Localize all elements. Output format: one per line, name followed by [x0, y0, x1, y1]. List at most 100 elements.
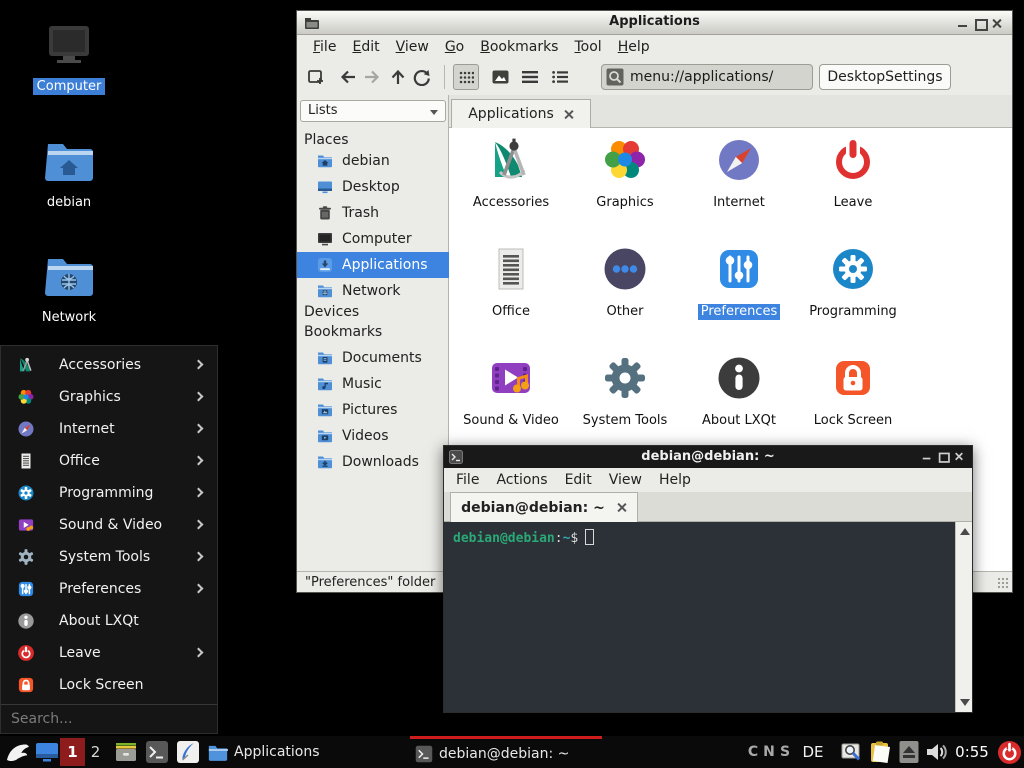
desktop-icon-computer[interactable]: Computer [21, 22, 117, 95]
app-item-leave[interactable]: Leave [796, 133, 910, 240]
menu-file[interactable]: File [456, 472, 479, 488]
sidebar-item-applications[interactable]: Applications [297, 252, 449, 278]
thumbnail-view-button[interactable] [487, 64, 513, 90]
tray-removable-media-icon[interactable] [898, 736, 920, 768]
terminal-titlebar[interactable]: debian@debian: ~ [444, 446, 972, 468]
capslock-indicator[interactable]: C [746, 736, 760, 768]
minimize-button[interactable] [956, 16, 970, 30]
menu-actions[interactable]: Actions [496, 472, 547, 488]
sidebar-item-downloads[interactable]: Downloads [297, 449, 449, 475]
menu-help[interactable]: Help [659, 472, 691, 488]
menu-edit[interactable]: Edit [344, 37, 387, 57]
menu-item-office[interactable]: Office [1, 445, 217, 477]
fm-titlebar[interactable]: Applications [297, 11, 1012, 35]
tab-close-icon[interactable] [563, 109, 574, 120]
app-item-lock-screen[interactable]: Lock Screen [796, 351, 910, 458]
sidebar-item-music[interactable]: Music [297, 371, 449, 397]
tab-close-icon[interactable] [616, 502, 627, 513]
quicklaunch-featherpad[interactable] [174, 736, 202, 768]
workspace-1-button[interactable]: 1 [60, 738, 85, 766]
menu-view[interactable]: View [609, 472, 642, 488]
sidebar-item-trash[interactable]: Trash [297, 200, 449, 226]
quicklaunch-file-manager[interactable] [112, 736, 140, 768]
icon-view-button[interactable] [453, 64, 479, 90]
numlock-indicator[interactable]: N [762, 736, 776, 768]
desktop-settings-button[interactable]: DesktopSettings [819, 64, 951, 90]
sidebar-mode-select[interactable]: Lists [300, 100, 446, 122]
desktop-icon-debian[interactable]: debian [21, 138, 117, 211]
terminal-screen[interactable]: debian@debian:~$ [444, 522, 972, 712]
app-item-system-tools[interactable]: System Tools [568, 351, 682, 458]
menu-item-graphics[interactable]: Graphics [1, 381, 217, 413]
sidebar-item-home[interactable]: debian [297, 148, 449, 174]
menu-item-about-lxqt[interactable]: About LXQt [1, 605, 217, 637]
menu-item-sound-video[interactable]: Sound & Video [1, 509, 217, 541]
app-item-programming[interactable]: Programming [796, 242, 910, 349]
sidebar-item-pictures[interactable]: Pictures [297, 397, 449, 423]
menu-help[interactable]: Help [610, 37, 658, 57]
menu-item-internet[interactable]: Internet [1, 413, 217, 445]
menu-view[interactable]: View [388, 37, 437, 57]
taskbar-task-terminal[interactable]: debian@debian: ~ [410, 736, 602, 768]
keyboard-layout-indicator[interactable]: DE [799, 736, 827, 768]
sidebar-item-computer[interactable]: Computer [297, 226, 449, 252]
scroll-down-icon[interactable] [960, 699, 970, 706]
app-item-accessories[interactable]: Accessories [454, 133, 568, 240]
menu-edit[interactable]: Edit [565, 472, 592, 488]
back-button[interactable] [335, 64, 361, 90]
detailed-view-button[interactable] [547, 64, 573, 90]
sidebar-item-network[interactable]: Network [297, 278, 449, 304]
app-item-about-lxqt[interactable]: About LXQt [682, 351, 796, 458]
app-item-preferences[interactable]: Preferences [682, 242, 796, 349]
submenu-chevron-icon [194, 424, 204, 434]
scroll-up-icon[interactable] [960, 528, 970, 535]
menu-bookmarks[interactable]: Bookmarks [472, 37, 566, 57]
forward-button[interactable] [359, 64, 385, 90]
tray-clipboard-icon[interactable] [867, 736, 893, 768]
menu-item-programming[interactable]: Programming [1, 477, 217, 509]
menu-item-preferences[interactable]: Preferences [1, 573, 217, 605]
app-item-office[interactable]: Office [454, 242, 568, 349]
app-item-other[interactable]: Other [568, 242, 682, 349]
app-item-graphics[interactable]: Graphics [568, 133, 682, 240]
sidebar-item-videos[interactable]: Videos [297, 423, 449, 449]
menu-item-lock-screen[interactable]: Lock Screen [1, 669, 217, 701]
menu-item-system-tools[interactable]: System Tools [1, 541, 217, 573]
app-item-internet[interactable]: Internet [682, 133, 796, 240]
about-icon [17, 612, 35, 630]
menu-file[interactable]: File [305, 37, 344, 57]
menu-search-input[interactable] [1, 711, 217, 727]
maximize-button[interactable] [937, 450, 949, 462]
up-button[interactable] [385, 64, 411, 90]
taskbar-task-applications[interactable]: Applications [203, 736, 406, 768]
scrolllock-indicator[interactable]: S [778, 736, 792, 768]
resize-grip[interactable] [997, 577, 1009, 589]
reload-button[interactable] [409, 64, 435, 90]
clock[interactable]: 0:55 [952, 736, 992, 768]
tray-screenshot-icon[interactable] [839, 736, 863, 768]
maximize-button[interactable] [973, 16, 987, 30]
address-bar[interactable]: menu://applications/ [601, 64, 813, 90]
tab-applications[interactable]: Applications [451, 99, 591, 128]
new-tab-button[interactable] [303, 64, 329, 90]
app-item-sound-video[interactable]: Sound & Video [454, 351, 568, 458]
sidebar-item-desktop[interactable]: Desktop [297, 174, 449, 200]
terminal-scrollbar[interactable] [955, 522, 972, 712]
main-menu-button[interactable] [4, 736, 32, 768]
terminal-tab[interactable]: debian@debian: ~ [450, 492, 638, 522]
workspace-2-button[interactable]: 2 [85, 738, 106, 766]
menu-go[interactable]: Go [437, 37, 472, 57]
minimize-button[interactable] [921, 450, 933, 462]
close-button[interactable] [990, 16, 1004, 30]
leave-button[interactable] [996, 736, 1022, 768]
show-desktop-button[interactable] [34, 736, 60, 768]
compact-view-button[interactable] [517, 64, 543, 90]
menu-tool[interactable]: Tool [566, 37, 609, 57]
menu-item-leave[interactable]: Leave [1, 637, 217, 669]
close-button[interactable] [953, 450, 965, 462]
menu-item-accessories[interactable]: Accessories [1, 349, 217, 381]
tray-volume-icon[interactable] [924, 736, 950, 768]
sidebar-item-documents[interactable]: Documents [297, 345, 449, 371]
quicklaunch-terminal[interactable] [143, 736, 171, 768]
desktop-icon-network[interactable]: Network [21, 253, 117, 326]
